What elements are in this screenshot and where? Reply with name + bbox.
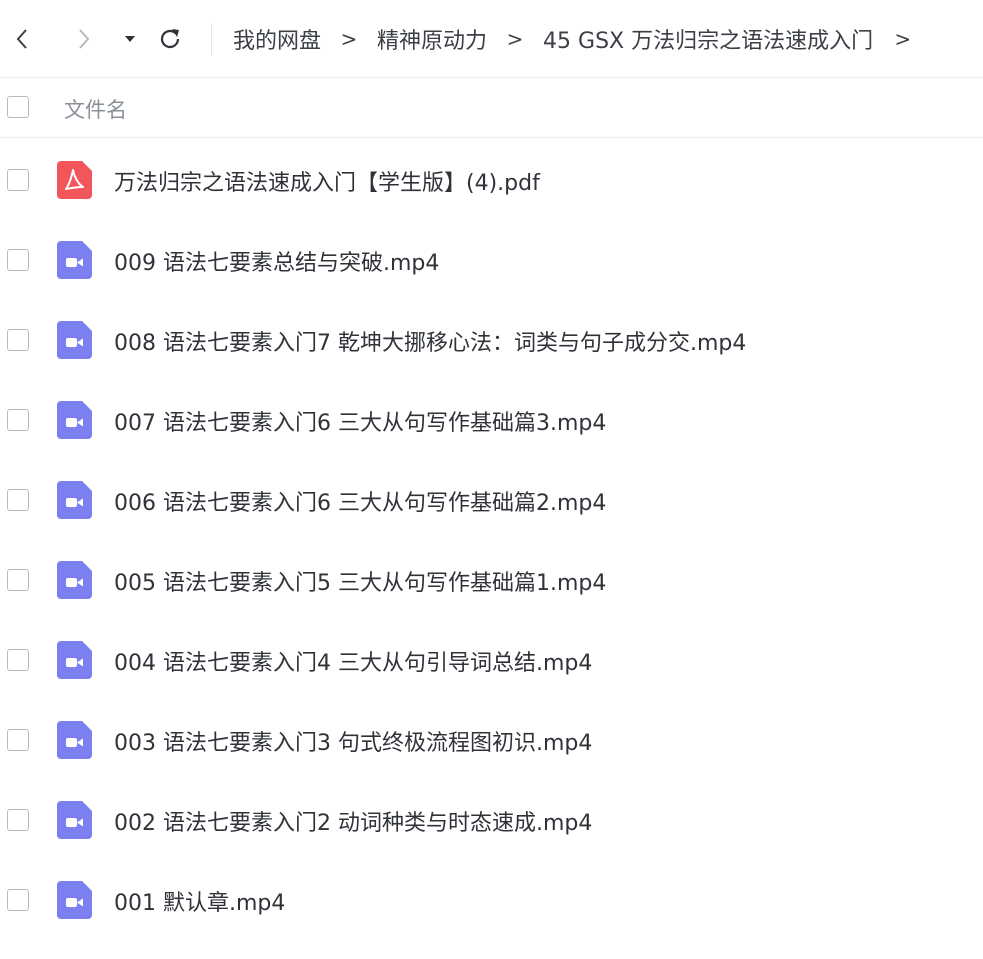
file-row[interactable]: 008 语法七要素入门7 乾坤大挪移心法：词类与句子成分交.mp4 — [0, 300, 983, 380]
video-file-icon — [56, 561, 92, 599]
column-header-filename[interactable]: 文件名 — [64, 94, 127, 124]
video-file-icon — [56, 481, 92, 519]
file-row[interactable]: 007 语法七要素入门6 三大从句写作基础篇3.mp4 — [0, 380, 983, 460]
file-name[interactable]: 003 语法七要素入门3 句式终极流程图初识.mp4 — [114, 725, 592, 757]
chevron-left-icon — [16, 29, 27, 49]
breadcrumb: 我的网盘 > 精神原动力 > 45 GSX 万法归宗之语法速成入门 > — [233, 22, 911, 56]
file-name[interactable]: 001 默认章.mp4 — [114, 885, 285, 917]
select-all-checkbox[interactable] — [7, 96, 29, 118]
file-checkbox[interactable] — [7, 809, 29, 831]
file-row[interactable]: 002 语法七要素入门2 动词种类与时态速成.mp4 — [0, 780, 983, 860]
breadcrumb-item-current-folder[interactable]: 45 GSX 万法归宗之语法速成入门 — [543, 23, 873, 55]
file-checkbox[interactable] — [7, 649, 29, 671]
forward-button[interactable] — [71, 24, 97, 54]
breadcrumb-separator: > — [340, 27, 358, 51]
file-checkbox[interactable] — [7, 409, 29, 431]
file-name[interactable]: 005 语法七要素入门5 三大从句写作基础篇1.mp4 — [114, 565, 606, 597]
file-name[interactable]: 万法归宗之语法速成入门【学生版】(4).pdf — [114, 165, 540, 197]
video-file-icon — [56, 641, 92, 679]
caret-down-icon — [125, 36, 135, 42]
refresh-icon — [160, 29, 180, 49]
navigation-toolbar: 我的网盘 > 精神原动力 > 45 GSX 万法归宗之语法速成入门 > — [0, 0, 983, 78]
video-file-icon — [56, 721, 92, 759]
file-row[interactable]: 009 语法七要素总结与突破.mp4 — [0, 220, 983, 300]
file-name[interactable]: 002 语法七要素入门2 动词种类与时态速成.mp4 — [114, 805, 592, 837]
video-file-icon — [56, 801, 92, 839]
breadcrumb-separator: > — [894, 27, 912, 51]
pdf-file-icon — [56, 161, 92, 199]
file-name[interactable]: 007 语法七要素入门6 三大从句写作基础篇3.mp4 — [114, 405, 606, 437]
file-name[interactable]: 009 语法七要素总结与突破.mp4 — [114, 245, 439, 277]
toolbar-divider — [211, 23, 212, 55]
file-checkbox[interactable] — [7, 249, 29, 271]
video-file-icon — [56, 401, 92, 439]
history-dropdown-button[interactable] — [117, 24, 143, 54]
video-file-icon — [56, 881, 92, 919]
breadcrumb-item-folder[interactable]: 精神原动力 — [377, 23, 487, 55]
video-file-icon — [56, 241, 92, 279]
file-checkbox[interactable] — [7, 489, 29, 511]
file-row[interactable]: 001 默认章.mp4 — [0, 860, 983, 940]
back-button[interactable] — [9, 24, 35, 54]
video-file-icon — [56, 321, 92, 359]
file-row[interactable]: 003 语法七要素入门3 句式终极流程图初识.mp4 — [0, 700, 983, 780]
file-checkbox[interactable] — [7, 569, 29, 591]
file-list: 万法归宗之语法速成入门【学生版】(4).pdf 009 语法七要素总结与突破.m… — [0, 140, 983, 940]
file-checkbox[interactable] — [7, 729, 29, 751]
file-checkbox[interactable] — [7, 329, 29, 351]
chevron-right-icon — [79, 29, 90, 49]
file-list-header: 文件名 — [0, 78, 983, 138]
refresh-button[interactable] — [157, 24, 183, 54]
file-name[interactable]: 006 语法七要素入门6 三大从句写作基础篇2.mp4 — [114, 485, 606, 517]
file-name[interactable]: 008 语法七要素入门7 乾坤大挪移心法：词类与句子成分交.mp4 — [114, 325, 746, 357]
file-row[interactable]: 005 语法七要素入门5 三大从句写作基础篇1.mp4 — [0, 540, 983, 620]
file-row[interactable]: 006 语法七要素入门6 三大从句写作基础篇2.mp4 — [0, 460, 983, 540]
file-name[interactable]: 004 语法七要素入门4 三大从句引导词总结.mp4 — [114, 645, 592, 677]
file-row[interactable]: 004 语法七要素入门4 三大从句引导词总结.mp4 — [0, 620, 983, 700]
file-checkbox[interactable] — [7, 889, 29, 911]
breadcrumb-item-my-drive[interactable]: 我的网盘 — [233, 23, 321, 55]
file-checkbox[interactable] — [7, 169, 29, 191]
breadcrumb-separator: > — [506, 27, 524, 51]
file-row[interactable]: 万法归宗之语法速成入门【学生版】(4).pdf — [0, 140, 983, 220]
